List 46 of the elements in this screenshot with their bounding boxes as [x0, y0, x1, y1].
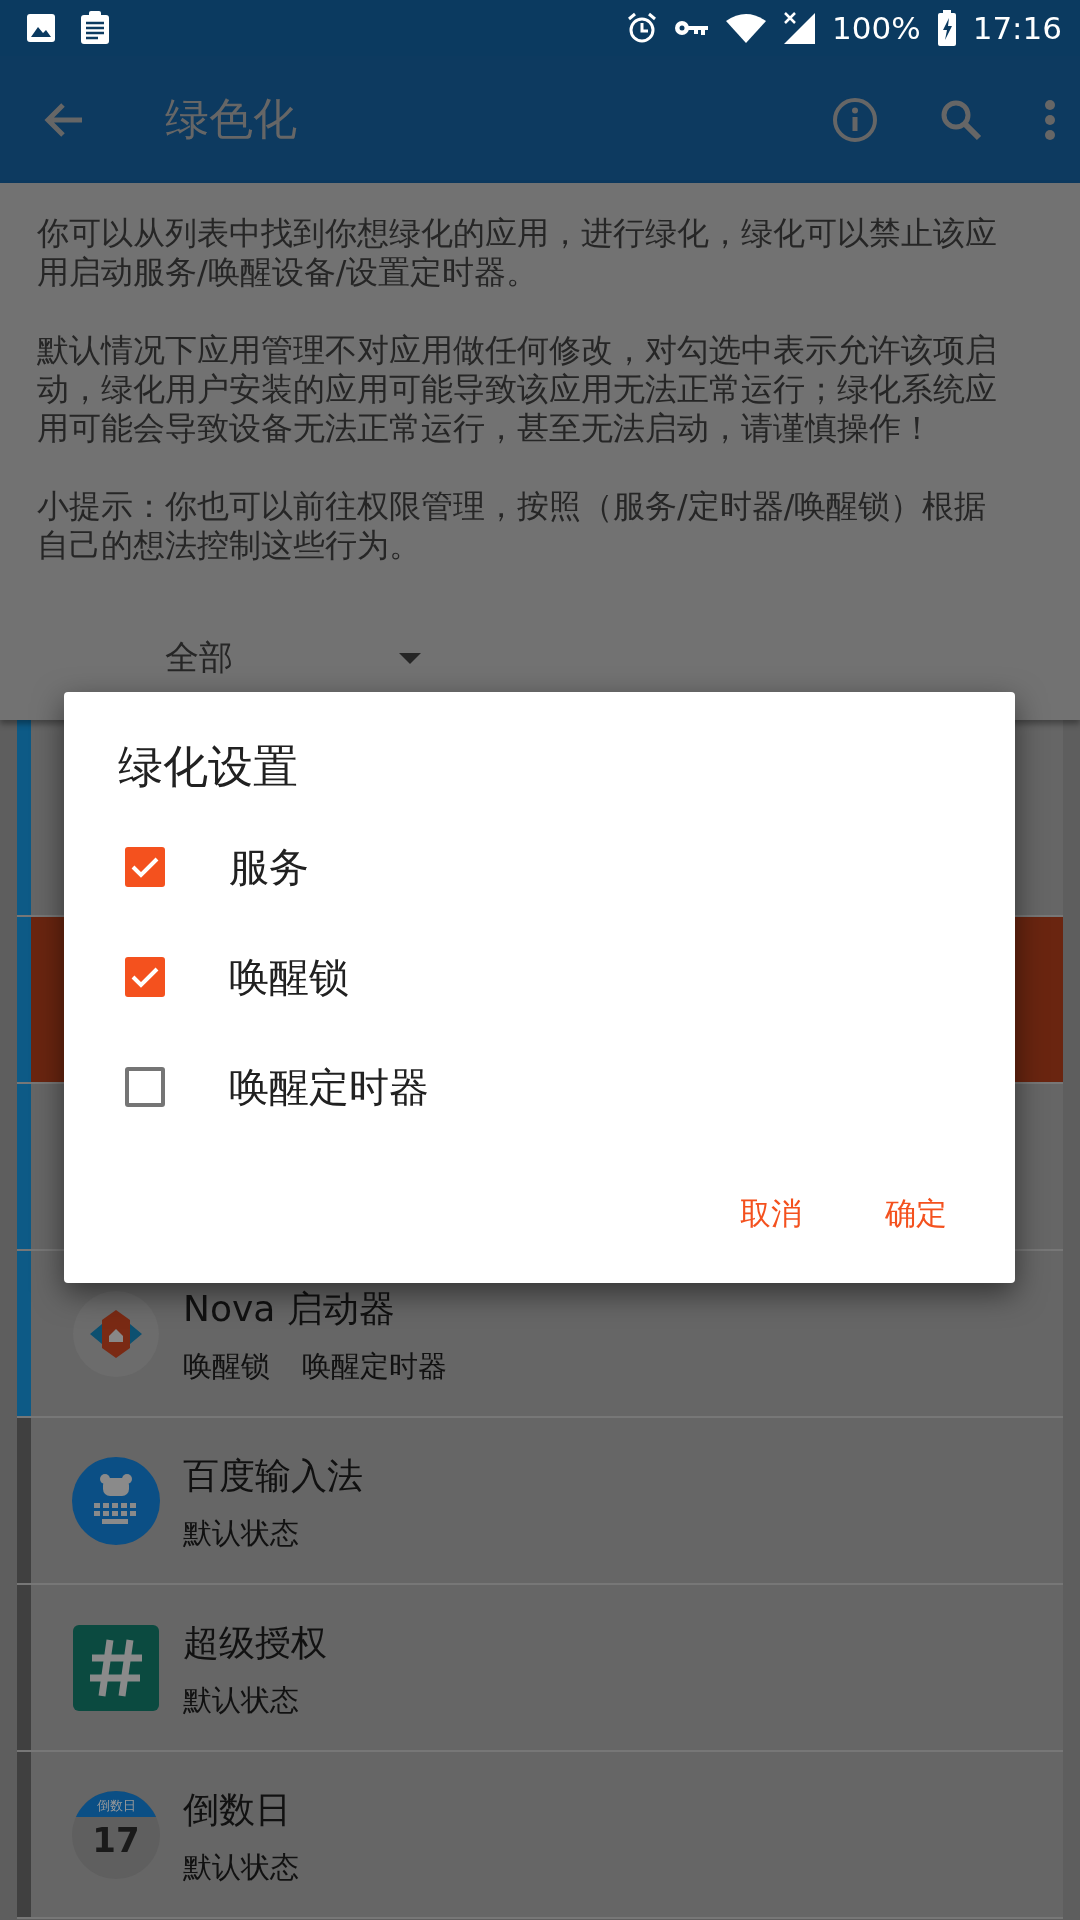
info-icon[interactable] [832, 96, 878, 143]
confirm-button[interactable]: 确定 [861, 1183, 971, 1243]
cancel-button[interactable]: 取消 [716, 1183, 826, 1243]
alarm-icon [626, 12, 658, 44]
app-tag: 默认状态 [183, 1848, 299, 1886]
back-arrow-icon[interactable] [44, 101, 84, 138]
checkmark-icon [130, 855, 160, 879]
screen-title: 绿色化 [165, 92, 298, 146]
app-name: 倒数日 [183, 1788, 292, 1832]
app-tag: 默认状态 [183, 1514, 299, 1552]
bear-keyboard-icon [72, 1456, 160, 1545]
menu-icon[interactable] [1044, 99, 1056, 140]
calendar-icon: 倒数日 17 [72, 1790, 160, 1879]
search-icon[interactable] [940, 98, 982, 141]
battery-percent: 100% [832, 10, 921, 46]
checkbox[interactable] [125, 957, 165, 997]
battery-charging-icon [936, 10, 957, 46]
hash-icon [72, 1623, 160, 1712]
paragraph: 默认情况下应用管理不对应用做任何修改，对勾选中表示允许该项启动，绿化用户安装的应用可能导致该应用无法正常运行；绿化系统应用可能会导致设备无法正常运行，甚至无法启动，请谨慎操作！ [37, 331, 998, 448]
app-row[interactable]: 超级授权 默认状态 [17, 1585, 1063, 1752]
image-icon [26, 13, 56, 43]
app-row[interactable]: 倒数日 17 倒数日 默认状态 [17, 1752, 1063, 1919]
cell-signal-icon [782, 11, 816, 45]
app-tag: 唤醒锁 [183, 1347, 270, 1385]
checkmark-icon [130, 965, 160, 989]
app-tag: 默认状态 [183, 1681, 299, 1719]
checkbox[interactable] [125, 847, 165, 887]
filter-dropdown[interactable]: 全部 [165, 635, 421, 681]
option-label: 唤醒定时器 [229, 1062, 429, 1112]
hexagon-logo-icon [72, 1289, 160, 1378]
paragraph: 你可以从列表中找到你想绿化的应用，进行绿化，绿化可以禁止该应用启动服务/唤醒设备/设置定时器。 [37, 214, 998, 292]
app-name: 超级授权 [183, 1621, 327, 1665]
option-label: 唤醒锁 [229, 952, 349, 1002]
clock: 17:16 [972, 10, 1062, 46]
dialog-title: 绿化设置 [117, 739, 299, 794]
dropdown-caret-icon [399, 652, 421, 664]
clipboard-icon [80, 11, 110, 45]
key-icon [674, 18, 710, 38]
app-row[interactable]: 百度输入法 默认状态 [17, 1418, 1063, 1585]
option-label: 服务 [229, 842, 309, 892]
app-name: 百度输入法 [183, 1454, 363, 1498]
checkbox[interactable] [125, 1067, 165, 1107]
paragraph: 小提示：你也可以前往权限管理，按照（服务/定时器/唤醒锁）根据自己的想法控制这些行为。 [37, 487, 988, 565]
app-tag: 唤醒定时器 [302, 1347, 447, 1385]
app-name: Nova 启动器 [183, 1287, 396, 1331]
wifi-icon [726, 13, 766, 43]
